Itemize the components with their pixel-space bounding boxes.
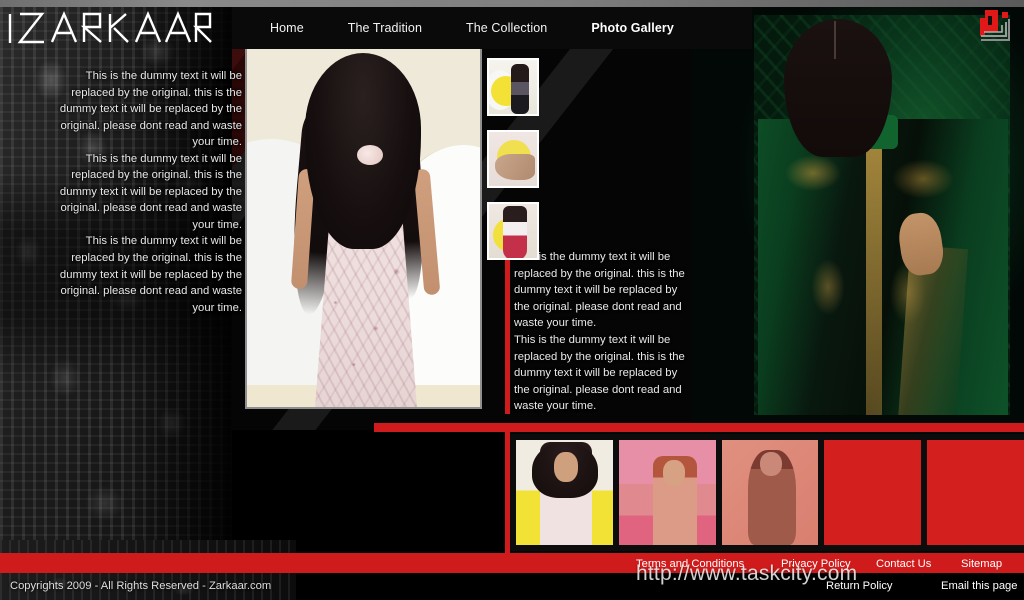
thumbnail-item[interactable] — [487, 130, 539, 188]
gallery-item-placeholder[interactable] — [927, 440, 1024, 545]
copyright-text: Copyrights 2009 - All Rights Reserved - … — [10, 580, 272, 592]
site-logo[interactable] — [8, 8, 223, 48]
footer-texture-upper — [0, 540, 296, 553]
page-root: Home The Tradition The Collection Photo … — [0, 0, 1024, 600]
footer-link-sitemap[interactable]: Sitemap — [961, 558, 1002, 570]
thumbnail-item[interactable] — [487, 58, 539, 116]
hero-main-image[interactable] — [245, 47, 482, 409]
bottom-gallery-strip[interactable] — [510, 434, 1024, 551]
horizontal-red-divider — [374, 423, 1024, 432]
left-paragraph: This is the dummy text it will be replac… — [59, 152, 242, 231]
gallery-item[interactable] — [618, 440, 716, 545]
hero-right-crop — [754, 15, 1010, 415]
corner-monogram-icon[interactable] — [972, 6, 1012, 48]
top-accent-strip — [0, 0, 1024, 7]
hero-model-shoulder-flower — [357, 145, 383, 165]
nav-item-the-tradition[interactable]: The Tradition — [326, 21, 444, 35]
center-description-text: This is the dummy text it will be replac… — [514, 249, 694, 415]
footer-link-contact-us[interactable]: Contact Us — [876, 558, 931, 570]
thumbnail-strip[interactable] — [487, 58, 539, 260]
main-navigation[interactable]: Home The Tradition The Collection Photo … — [232, 7, 752, 49]
footer-links-row-2[interactable]: Return Policy Email this page — [636, 580, 1024, 596]
center-paragraph: This is the dummy text it will be replac… — [514, 251, 685, 330]
thumb-figure — [503, 206, 527, 258]
hero-right-gold-placket — [866, 123, 882, 415]
hero-right-hair-part — [834, 21, 836, 59]
thumb-figure — [511, 64, 529, 114]
gallery-item[interactable] — [516, 440, 613, 545]
footer-link-return-policy[interactable]: Return Policy — [826, 580, 893, 592]
footer-link-privacy-policy[interactable]: Privacy Policy — [781, 558, 851, 570]
hero-right-model-hair — [784, 19, 892, 157]
left-paragraph: This is the dummy text it will be replac… — [59, 70, 242, 149]
bottom-left-mask — [232, 430, 504, 553]
left-paragraph: This is the dummy text it will be replac… — [59, 235, 242, 314]
gallery-figure-face — [662, 460, 685, 486]
gallery-item-placeholder[interactable] — [824, 440, 922, 545]
gallery-item[interactable] — [721, 440, 819, 545]
thumbnail-item[interactable] — [487, 202, 539, 260]
left-description-text: This is the dummy text it will be replac… — [52, 68, 242, 316]
footer-link-terms-and-conditions[interactable]: Terms and Conditions — [636, 558, 744, 570]
footer-links-row-1[interactable]: Terms and Conditions Privacy Policy Cont… — [636, 555, 1024, 572]
gallery-figure-face — [554, 452, 578, 482]
thumb-figure — [495, 154, 535, 180]
nav-item-home[interactable]: Home — [248, 21, 326, 35]
hero-right-image[interactable] — [692, 7, 1024, 423]
nav-item-photo-gallery[interactable]: Photo Gallery — [569, 21, 696, 35]
center-text-red-rule — [505, 252, 510, 414]
nav-item-the-collection[interactable]: The Collection — [444, 21, 569, 35]
hero-right-model-outfit — [758, 119, 1008, 415]
footer-link-email-this-page[interactable]: Email this page — [941, 580, 1018, 592]
gallery-figure-face — [759, 452, 782, 476]
center-paragraph: This is the dummy text it will be replac… — [514, 333, 685, 413]
